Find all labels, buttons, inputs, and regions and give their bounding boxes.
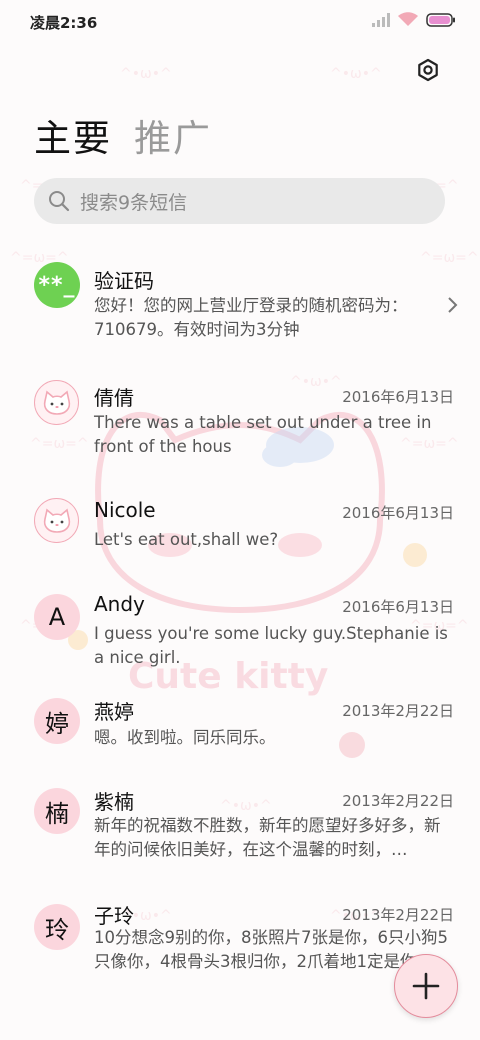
- avatar: 玲: [34, 904, 80, 950]
- avatar: 婷: [34, 698, 80, 744]
- avatar: **_: [34, 262, 80, 308]
- avatar: 楠: [34, 788, 80, 834]
- status-bar: 凌晨2:36: [0, 0, 480, 42]
- conversation-row[interactable]: A Andy 2016年6月13日 I guess you're some lu…: [0, 580, 480, 698]
- message-preview: There was a table set out under a tree i…: [94, 413, 432, 456]
- search-placeholder: 搜索9条短信: [80, 191, 188, 214]
- conversation-list: **_ 验证码 您好！您的网上营业厅登录的随机密码为：710679。有效时间为3…: [0, 250, 480, 1004]
- message-date: 2016年6月13日: [342, 388, 454, 406]
- conversation-row[interactable]: 倩倩 2016年6月13日 There was a table set out …: [0, 366, 480, 486]
- settings-gear-icon: [418, 58, 438, 82]
- contact-name: 验证码: [94, 269, 154, 293]
- message-preview: 您好！您的网上营业厅登录的随机密码为：710679。有效时间为3分钟: [94, 296, 408, 339]
- message-preview: 新年的祝福数不胜数，新年的愿望好多好多，新年的问候依旧美好，在这个温馨的时刻，…: [94, 816, 441, 859]
- message-date: 2013年2月22日: [342, 702, 454, 720]
- kitty-avatar: [34, 380, 79, 425]
- contact-name: Nicole: [94, 498, 156, 522]
- kitty-face-icon: [43, 508, 70, 533]
- message-date: 2013年2月22日: [342, 792, 454, 810]
- conversation-row[interactable]: **_ 验证码 您好！您的网上营业厅登录的随机密码为：710679。有效时间为3…: [0, 250, 480, 366]
- tab-bar: 主要 推广: [34, 108, 212, 162]
- search-bar[interactable]: 搜索9条短信: [34, 178, 445, 224]
- contact-name: Andy: [94, 592, 145, 616]
- message-preview: I guess you're some lucky guy.Stephanie …: [94, 624, 448, 667]
- avatar: A: [34, 594, 80, 640]
- kaomoji-deco: ^•ω•^: [120, 66, 172, 82]
- conversation-row[interactable]: 楠 紫楠 2013年2月22日 新年的祝福数不胜数，新年的愿望好多好多，新年的问…: [0, 788, 480, 904]
- message-preview: Let's eat out,shall we?: [94, 530, 279, 549]
- message-date: 2016年6月13日: [342, 598, 454, 616]
- compose-button[interactable]: [394, 954, 458, 1018]
- contact-name: 燕婷: [94, 700, 134, 724]
- cellular-signal-icon: [372, 12, 390, 27]
- plus-icon: [412, 972, 440, 1000]
- tab-promotions[interactable]: 推广: [134, 108, 212, 162]
- kaomoji-deco: ^•ω•^: [330, 66, 382, 82]
- wifi-icon: [398, 12, 418, 26]
- contact-name: 子玲: [94, 904, 134, 928]
- message-date: 2016年6月13日: [342, 504, 454, 522]
- status-time: 凌晨2:36: [30, 14, 98, 32]
- conversation-row[interactable]: Nicole 2016年6月13日 Let's eat out,shall we…: [0, 486, 480, 580]
- status-icons: [372, 12, 456, 27]
- battery-icon: [426, 12, 455, 27]
- kitty-avatar: [34, 498, 79, 543]
- tab-primary[interactable]: 主要: [34, 108, 112, 162]
- settings-button[interactable]: [412, 54, 444, 86]
- contact-name: 紫楠: [94, 790, 134, 814]
- conversation-row[interactable]: 婷 燕婷 2013年2月22日 嗯。收到啦。同乐同乐。: [0, 698, 480, 788]
- chevron-right-icon: [448, 297, 458, 313]
- contact-name: 倩倩: [94, 386, 134, 410]
- kitty-face-icon: [43, 390, 70, 415]
- message-preview: 嗯。收到啦。同乐同乐。: [94, 728, 276, 747]
- search-icon: [49, 191, 70, 212]
- message-date: 2013年2月22日: [342, 906, 454, 924]
